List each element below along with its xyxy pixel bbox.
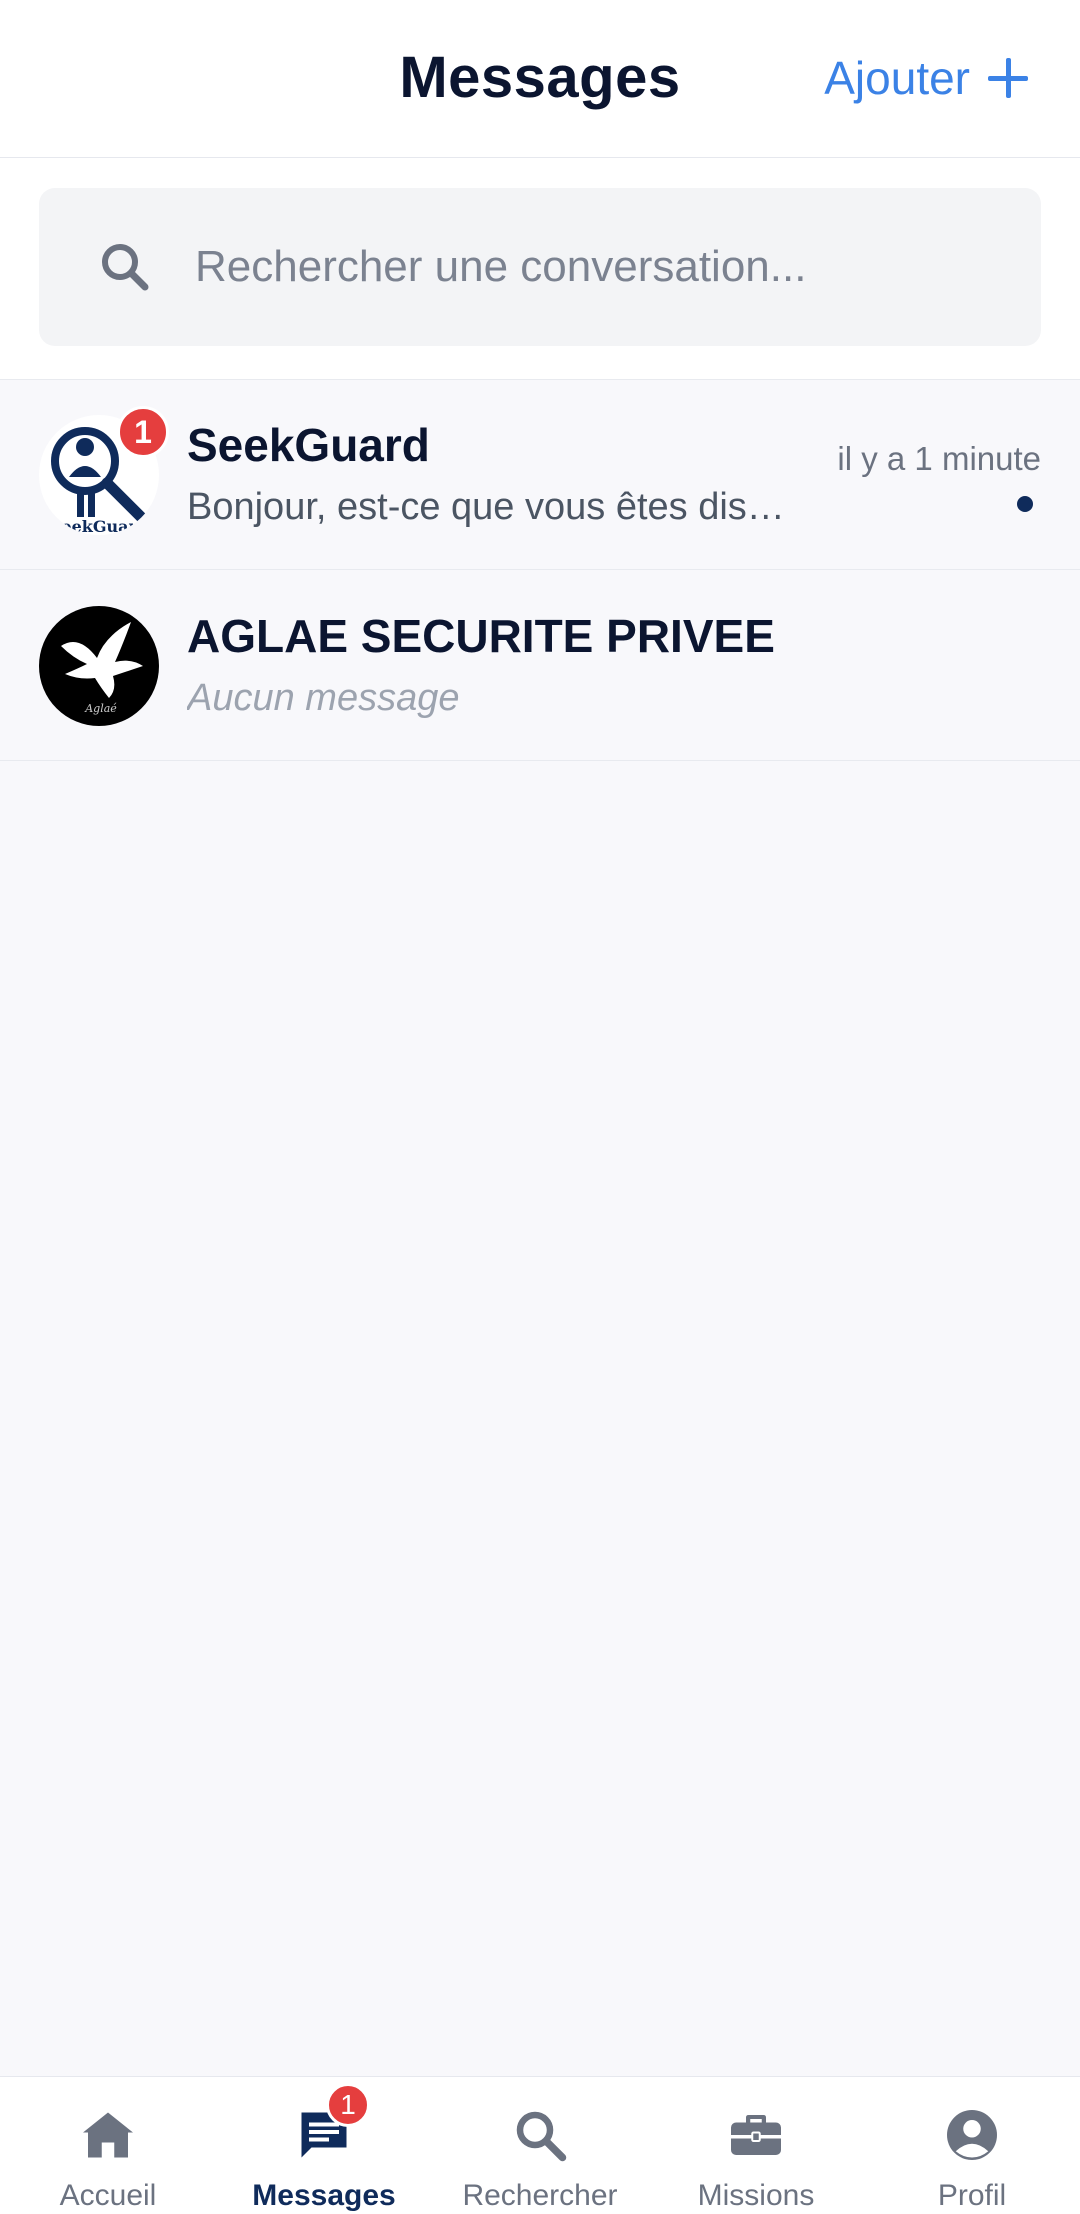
nav-label: Missions [697, 2179, 815, 2212]
search-bar[interactable] [39, 188, 1041, 346]
home-icon [83, 2112, 133, 2158]
avatar: Aglaé [39, 606, 159, 726]
conversation-preview: Bonjour, est-ce que vous êtes dis… [187, 486, 785, 528]
plus-icon [988, 58, 1028, 98]
unread-badge: 1 [117, 406, 169, 458]
eagle-logo: Aglaé [61, 622, 143, 715]
conversation-name: AGLAE SECURITE PRIVEE [187, 610, 775, 662]
conversation-item-seekguard[interactable]: SeekGuard 1 SeekGuard Bonjour, est-ce qu… [0, 380, 1080, 570]
avatar-text: SeekGuard [50, 517, 148, 535]
unread-dot [1017, 496, 1033, 512]
briefcase-icon [731, 2115, 781, 2155]
conversation-name: SeekGuard [187, 419, 430, 471]
nav-item-messages[interactable]: 1 Messages [216, 2077, 432, 2214]
nav-item-rechercher[interactable]: Rechercher [432, 2077, 648, 2214]
conversation-time: il y a 1 minute [837, 440, 1041, 477]
nav-label: Messages [252, 2179, 396, 2212]
nav-item-accueil[interactable]: Accueil [0, 2077, 216, 2214]
profile-icon [947, 2110, 997, 2160]
search-icon [516, 2111, 567, 2162]
conversation-preview: Aucun message [187, 677, 460, 719]
avatar-text: Aglaé [84, 702, 117, 715]
conversation-item-aglae[interactable]: Aglaé AGLAE SECURITE PRIVEE Aucun messag… [0, 571, 1080, 761]
nav-label: Rechercher [462, 2179, 618, 2212]
nav-label: Accueil [59, 2179, 157, 2212]
messages-screen: Messages Ajouter SeekGuard [0, 0, 1080, 2214]
add-label: Ajouter [824, 52, 970, 104]
nav-item-profil[interactable]: Profil [864, 2077, 1080, 2214]
nav-badge: 1 [326, 2083, 370, 2127]
bottom-navigation: Accueil 1 Messages Rechercher Missions P… [0, 2076, 1080, 2214]
nav-label: Profil [937, 2179, 1007, 2212]
search-input[interactable] [195, 242, 975, 292]
add-conversation-button[interactable]: Ajouter [824, 46, 1028, 110]
search-icon [102, 244, 149, 291]
nav-item-missions[interactable]: Missions [648, 2077, 864, 2214]
search-section [0, 158, 1080, 380]
header: Messages Ajouter [0, 0, 1080, 158]
